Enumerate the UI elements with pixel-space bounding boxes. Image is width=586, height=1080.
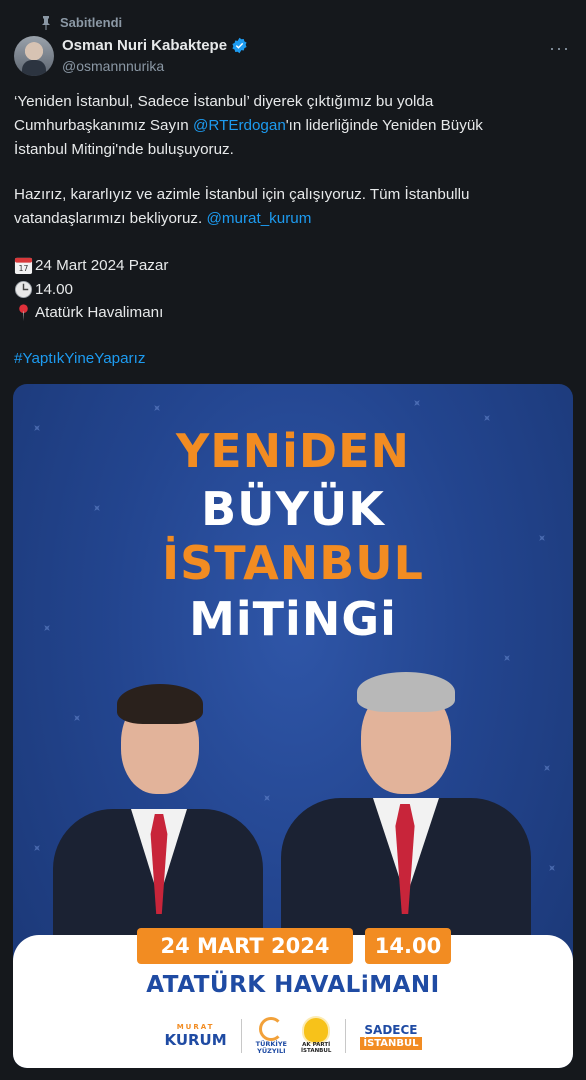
tweet-line: 'ın liderliğinde Yeniden Büyük bbox=[285, 117, 483, 134]
calendar-icon: 17 bbox=[14, 257, 33, 275]
sparkle-decoration bbox=[411, 397, 422, 408]
logo-text: SADECE bbox=[364, 1022, 418, 1037]
mention-link[interactable]: @RTErdogan bbox=[193, 117, 286, 134]
lightbulb-icon bbox=[304, 1018, 329, 1042]
event-place: Atatürk Havalimanı bbox=[14, 303, 163, 322]
person-right bbox=[281, 666, 531, 948]
logo-text: TÜRKİYE YÜZYILI bbox=[255, 1040, 287, 1055]
logo-text: MURAT bbox=[176, 1023, 215, 1031]
clock-icon bbox=[14, 280, 33, 299]
poster-image[interactable]: YENiDEN BÜYÜK İSTANBUL MiTiNGi 24 MART 2… bbox=[13, 384, 573, 1068]
sadece-istanbul-logo: SADECE İSTANBUL bbox=[360, 1022, 422, 1050]
event-time: 14.00 bbox=[14, 280, 73, 299]
pinned-text: Sabitlendi bbox=[60, 15, 123, 30]
sparkle-decoration bbox=[151, 402, 162, 413]
sparkle-decoration bbox=[546, 862, 557, 873]
event-date-text: 24 Mart 2024 Pazar bbox=[35, 257, 169, 274]
ak-parti-logo: AK PARTİ İSTANBUL bbox=[301, 1018, 331, 1054]
event-time-text: 14.00 bbox=[35, 281, 74, 298]
murat-kurum-logo: MURAT KURUM bbox=[164, 1023, 226, 1049]
pin-icon bbox=[42, 15, 50, 30]
tweet-paragraph-1: ‘Yeniden İstanbul, Sadece İstanbul’ diye… bbox=[14, 90, 576, 162]
poster-title-line-2: BÜYÜK bbox=[201, 482, 385, 536]
poster-title-line-4: MiTiNGi bbox=[189, 592, 397, 646]
tweet-line: vatandaşlarımızı bekliyoruz. bbox=[14, 210, 207, 227]
sparkle-decoration bbox=[501, 652, 512, 663]
tweet-line: Cumhurbaşkanımız Sayın bbox=[14, 117, 193, 134]
svg-text:17: 17 bbox=[19, 264, 29, 273]
logo-text: AK PARTİ İSTANBUL bbox=[300, 1042, 332, 1054]
sparkle-decoration bbox=[261, 792, 272, 803]
logo-divider bbox=[345, 1019, 347, 1053]
location-pin-icon bbox=[19, 304, 28, 322]
tweet-line: ‘Yeniden İstanbul, Sadece İstanbul’ diye… bbox=[14, 93, 434, 110]
poster-logos: MURAT KURUM TÜRKİYE YÜZYILI AK PARTİ İST… bbox=[13, 1012, 573, 1060]
poster-title-line-3: İSTANBUL bbox=[162, 536, 424, 590]
more-options-icon[interactable]: ··· bbox=[549, 38, 570, 59]
avatar[interactable] bbox=[14, 36, 54, 76]
crescent-icon bbox=[259, 1017, 284, 1041]
person-left bbox=[53, 674, 263, 949]
verified-badge-icon bbox=[232, 37, 247, 54]
logo-text: KURUM bbox=[164, 1031, 227, 1049]
event-place-text: Atatürk Havalimanı bbox=[35, 304, 164, 321]
tweet-paragraph-2: Hazırız, kararlıyız ve azimle İstanbul i… bbox=[14, 183, 576, 231]
author-handle[interactable]: @osmannnurika bbox=[62, 58, 248, 74]
event-date: 17 24 Mart 2024 Pazar bbox=[14, 256, 168, 275]
mention-link[interactable]: @murat_kurum bbox=[206, 210, 311, 227]
poster-date-badge: 24 MART 2024 bbox=[137, 928, 353, 964]
hashtag-link[interactable]: #YaptıkYineYaparız bbox=[14, 350, 145, 367]
poster-title-line-1: YENiDEN bbox=[175, 424, 411, 478]
sparkle-decoration bbox=[31, 842, 42, 853]
logo-divider bbox=[240, 1019, 242, 1053]
poster-venue: ATATÜRK HAVALiMANI bbox=[146, 972, 440, 998]
pinned-label: Sabitlendi bbox=[40, 15, 122, 30]
sparkle-decoration bbox=[481, 412, 492, 423]
sparkle-decoration bbox=[541, 762, 552, 773]
logo-text: İSTANBUL bbox=[360, 1036, 422, 1050]
poster-time-badge: 14.00 bbox=[365, 928, 451, 964]
tweet-line: İstanbul Mitingi'nde buluşuyoruz. bbox=[14, 141, 234, 158]
turkiye-yuzyili-logo: TÜRKİYE YÜZYILI bbox=[256, 1017, 287, 1055]
author-block: Osman Nuri Kabaktepe @osmannnurika bbox=[62, 37, 248, 74]
author-name[interactable]: Osman Nuri Kabaktepe bbox=[62, 37, 227, 54]
tweet-line: Hazırız, kararlıyız ve azimle İstanbul i… bbox=[14, 186, 470, 203]
